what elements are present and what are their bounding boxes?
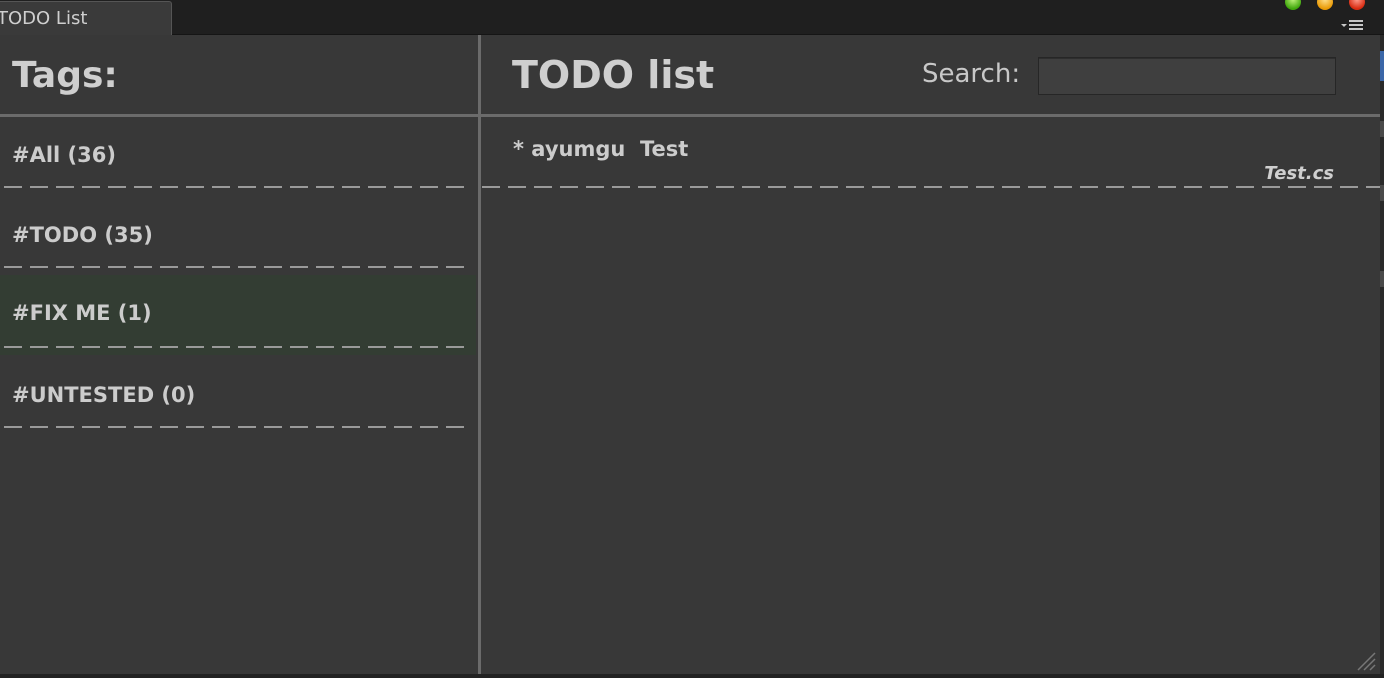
window-tab-label: TODO List	[0, 8, 88, 29]
search-label: Search:	[922, 59, 1021, 89]
tag-label: #All (36)	[12, 143, 116, 167]
search-input[interactable]	[1038, 57, 1336, 95]
green-maximize-icon[interactable]	[1285, 0, 1301, 10]
todo-item-text: * ayumgu Test	[513, 137, 689, 161]
todo-list-title: TODO list	[512, 53, 715, 97]
yellow-minimize-icon[interactable]	[1317, 0, 1333, 10]
window-titlebar: TODO List	[0, 0, 1384, 35]
tag-item-todo[interactable]: #TODO (35)	[0, 197, 476, 277]
tag-label: #TODO (35)	[12, 223, 153, 247]
bottom-edge	[0, 674, 1384, 678]
todo-item-file-link[interactable]: Test.cs	[1264, 163, 1334, 184]
tag-item-all[interactable]: #All (36)	[0, 117, 476, 197]
right-edge	[1380, 35, 1384, 678]
tag-label: #UNTESTED (0)	[12, 383, 196, 407]
todo-separator	[482, 186, 1380, 188]
todo-item[interactable]: * ayumgu Test Test.cs	[481, 117, 1380, 191]
tag-item-fix-me[interactable]: #FIX ME (1)	[0, 275, 476, 355]
todo-window: Tags: #All (36) #TODO (35) #FIX ME (1) #…	[0, 35, 1380, 674]
tag-separator	[4, 346, 470, 348]
window-tab[interactable]: TODO List	[0, 1, 172, 35]
panel-menu-icon[interactable]	[1340, 17, 1370, 33]
tag-separator	[4, 426, 470, 428]
resize-grip-icon[interactable]	[1354, 649, 1376, 671]
tag-separator	[4, 186, 470, 188]
tag-label: #FIX ME (1)	[12, 301, 152, 325]
tag-item-untested[interactable]: #UNTESTED (0)	[0, 357, 476, 437]
tag-separator	[4, 266, 470, 268]
red-close-icon[interactable]	[1349, 0, 1365, 10]
tags-title: Tags:	[12, 55, 118, 96]
tags-panel: Tags: #All (36) #TODO (35) #FIX ME (1) #…	[0, 35, 478, 674]
